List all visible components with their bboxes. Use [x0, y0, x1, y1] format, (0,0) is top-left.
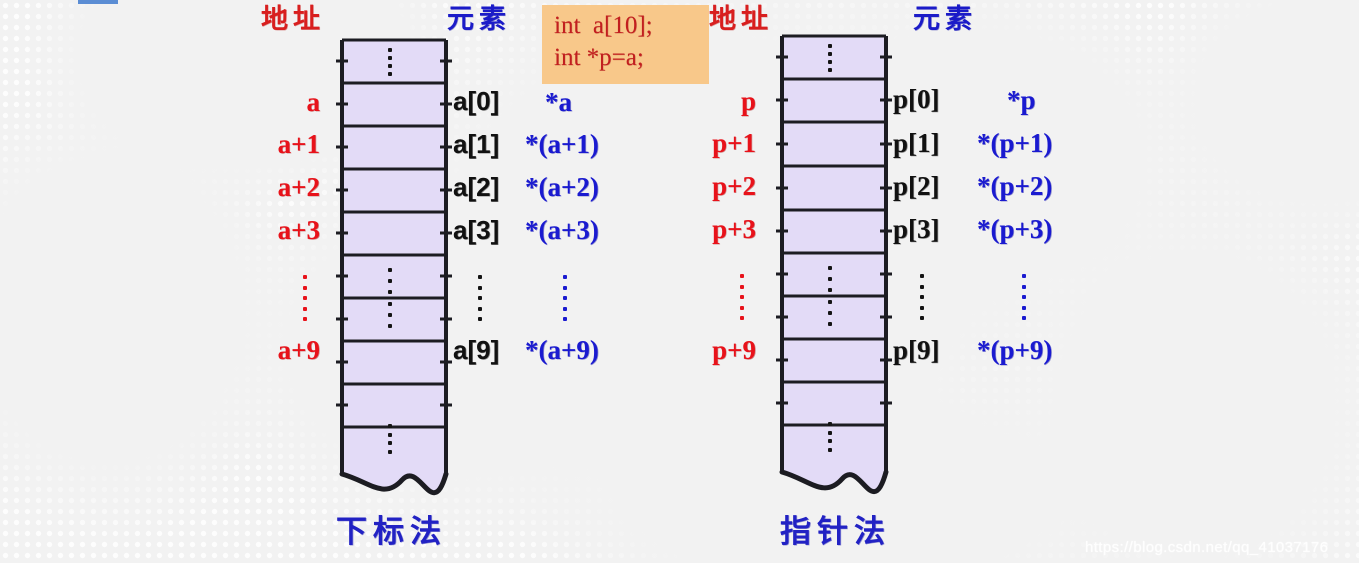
- right-deref-0: *p: [1007, 85, 1036, 115]
- left-address-0: a: [306, 87, 321, 117]
- right-element-2: p[2]: [893, 171, 940, 201]
- background-mask: [0, 0, 1359, 563]
- left-element-3: a[3]: [453, 215, 500, 245]
- right-address-1: p+1: [712, 128, 756, 158]
- right-element-0: p[0]: [893, 84, 940, 114]
- top-blue-bar: [78, 0, 118, 4]
- left-caption: 下标法: [336, 514, 447, 550]
- left-deref-1: *(a+1): [525, 129, 599, 159]
- left-element-2: a[2]: [453, 172, 500, 202]
- left-element-9: a[9]: [453, 335, 500, 365]
- right-address-9: p+9: [712, 335, 756, 365]
- right-cell-dots-top: [828, 44, 832, 72]
- code-line-1: int a[10];: [554, 12, 653, 39]
- slide-canvas: 地址 元素 a a+1 a+2 a+3 a+9 a[0] a[1] a[2] a…: [0, 0, 1359, 563]
- right-cell-dots-mid: [828, 266, 832, 326]
- left-element-0: a[0]: [453, 86, 500, 116]
- right-cell-dots-bottom: [828, 422, 832, 452]
- left-header-element: 元素: [447, 4, 511, 35]
- right-memory-column: [776, 32, 892, 498]
- right-deref-ellipsis: [1022, 274, 1026, 320]
- left-element-ellipsis: [478, 275, 482, 321]
- right-caption: 指针法: [780, 514, 891, 550]
- left-memory-column: [336, 36, 452, 496]
- right-address-3: p+3: [712, 214, 756, 244]
- code-callout-box: int a[10]; int *p=a;: [542, 5, 709, 84]
- left-header-address: 地址: [261, 4, 325, 35]
- right-element-3: p[3]: [893, 214, 940, 244]
- left-cell-dots-mid: [388, 268, 392, 328]
- right-address-0: p: [740, 86, 756, 116]
- right-element-9: p[9]: [893, 335, 940, 365]
- left-address-2: a+2: [277, 172, 320, 202]
- right-deref-1: *(p+1): [977, 128, 1053, 158]
- watermark-url: https://blog.csdn.net/qq_41037176: [1085, 539, 1329, 556]
- right-element-ellipsis: [920, 274, 924, 320]
- left-cell-dots-bottom: [388, 424, 392, 454]
- left-address-1: a+1: [277, 129, 320, 159]
- left-address-9: a+9: [277, 335, 320, 365]
- left-deref-9: *(a+9): [525, 335, 599, 365]
- code-line-2: int *p=a;: [554, 44, 644, 71]
- left-deref-3: *(a+3): [525, 215, 599, 245]
- left-deref-0: *a: [545, 87, 572, 117]
- right-deref-2: *(p+2): [977, 171, 1053, 201]
- left-deref-ellipsis: [563, 275, 567, 321]
- left-deref-2: *(a+2): [525, 172, 599, 202]
- right-address-2: p+2: [712, 171, 756, 201]
- right-header-element: 元素: [913, 4, 977, 35]
- left-address-3: a+3: [277, 215, 320, 245]
- left-address-ellipsis: [303, 275, 307, 321]
- right-deref-3: *(p+3): [977, 214, 1053, 244]
- right-element-1: p[1]: [893, 128, 940, 158]
- right-address-ellipsis: [740, 274, 744, 320]
- right-deref-9: *(p+9): [977, 335, 1053, 365]
- left-cell-dots-top: [388, 48, 392, 76]
- left-element-1: a[1]: [453, 129, 500, 159]
- right-header-address: 地址: [709, 4, 773, 35]
